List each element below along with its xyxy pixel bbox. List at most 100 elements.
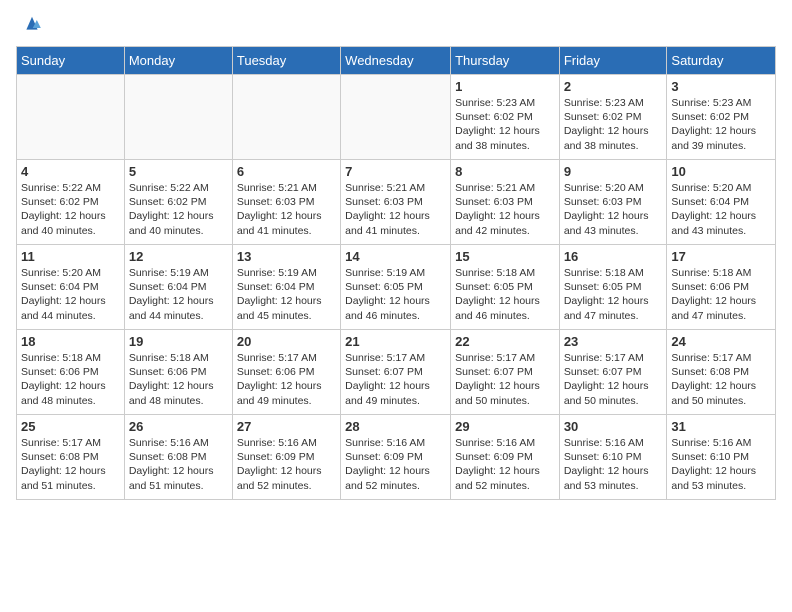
- day-number: 15: [455, 249, 555, 264]
- day-info: Sunrise: 5:20 AM Sunset: 6:03 PM Dayligh…: [564, 181, 663, 238]
- calendar-day-cell: 5 Sunrise: 5:22 AM Sunset: 6:02 PM Daylig…: [124, 160, 232, 245]
- day-number: 22: [455, 334, 555, 349]
- day-number: 31: [671, 419, 771, 434]
- day-info: Sunrise: 5:20 AM Sunset: 6:04 PM Dayligh…: [671, 181, 771, 238]
- day-info: Sunrise: 5:16 AM Sunset: 6:08 PM Dayligh…: [129, 436, 228, 493]
- calendar-day-cell: [17, 75, 125, 160]
- day-info: Sunrise: 5:17 AM Sunset: 6:07 PM Dayligh…: [345, 351, 446, 408]
- day-of-week-header: Sunday: [17, 47, 125, 75]
- day-info: Sunrise: 5:16 AM Sunset: 6:10 PM Dayligh…: [671, 436, 771, 493]
- day-number: 8: [455, 164, 555, 179]
- calendar-day-cell: [124, 75, 232, 160]
- day-number: 21: [345, 334, 446, 349]
- day-of-week-header: Wednesday: [341, 47, 451, 75]
- calendar-week-row: 1 Sunrise: 5:23 AM Sunset: 6:02 PM Daylig…: [17, 75, 776, 160]
- day-info: Sunrise: 5:18 AM Sunset: 6:05 PM Dayligh…: [455, 266, 555, 323]
- calendar-week-row: 11 Sunrise: 5:20 AM Sunset: 6:04 PM Dayli…: [17, 245, 776, 330]
- day-info: Sunrise: 5:21 AM Sunset: 6:03 PM Dayligh…: [455, 181, 555, 238]
- calendar-day-cell: 11 Sunrise: 5:20 AM Sunset: 6:04 PM Dayli…: [17, 245, 125, 330]
- day-of-week-header: Thursday: [451, 47, 560, 75]
- calendar-day-cell: 1 Sunrise: 5:23 AM Sunset: 6:02 PM Daylig…: [451, 75, 560, 160]
- calendar-day-cell: 2 Sunrise: 5:23 AM Sunset: 6:02 PM Daylig…: [559, 75, 667, 160]
- day-number: 24: [671, 334, 771, 349]
- day-number: 17: [671, 249, 771, 264]
- day-info: Sunrise: 5:23 AM Sunset: 6:02 PM Dayligh…: [671, 96, 771, 153]
- calendar-week-row: 25 Sunrise: 5:17 AM Sunset: 6:08 PM Dayli…: [17, 415, 776, 500]
- day-info: Sunrise: 5:18 AM Sunset: 6:06 PM Dayligh…: [671, 266, 771, 323]
- calendar-day-cell: 30 Sunrise: 5:16 AM Sunset: 6:10 PM Dayli…: [559, 415, 667, 500]
- page-header: [16, 16, 776, 36]
- day-info: Sunrise: 5:17 AM Sunset: 6:08 PM Dayligh…: [671, 351, 771, 408]
- day-number: 25: [21, 419, 120, 434]
- day-info: Sunrise: 5:18 AM Sunset: 6:05 PM Dayligh…: [564, 266, 663, 323]
- day-info: Sunrise: 5:21 AM Sunset: 6:03 PM Dayligh…: [345, 181, 446, 238]
- day-number: 2: [564, 79, 663, 94]
- day-number: 6: [237, 164, 336, 179]
- day-number: 18: [21, 334, 120, 349]
- day-number: 4: [21, 164, 120, 179]
- calendar-day-cell: 26 Sunrise: 5:16 AM Sunset: 6:08 PM Dayli…: [124, 415, 232, 500]
- calendar-day-cell: 24 Sunrise: 5:17 AM Sunset: 6:08 PM Dayli…: [667, 330, 776, 415]
- day-info: Sunrise: 5:23 AM Sunset: 6:02 PM Dayligh…: [564, 96, 663, 153]
- calendar-day-cell: 15 Sunrise: 5:18 AM Sunset: 6:05 PM Dayli…: [451, 245, 560, 330]
- day-info: Sunrise: 5:18 AM Sunset: 6:06 PM Dayligh…: [129, 351, 228, 408]
- day-info: Sunrise: 5:19 AM Sunset: 6:04 PM Dayligh…: [237, 266, 336, 323]
- calendar-day-cell: 21 Sunrise: 5:17 AM Sunset: 6:07 PM Dayli…: [341, 330, 451, 415]
- calendar-day-cell: 29 Sunrise: 5:16 AM Sunset: 6:09 PM Dayli…: [451, 415, 560, 500]
- calendar-day-cell: 31 Sunrise: 5:16 AM Sunset: 6:10 PM Dayli…: [667, 415, 776, 500]
- day-number: 5: [129, 164, 228, 179]
- calendar-day-cell: 12Sunrise: 5:19 AM Sunset: 6:04 PM Dayli…: [124, 245, 232, 330]
- calendar-header-row: SundayMondayTuesdayWednesdayThursdayFrid…: [17, 47, 776, 75]
- calendar-day-cell: 10Sunrise: 5:20 AM Sunset: 6:04 PM Dayli…: [667, 160, 776, 245]
- calendar-day-cell: 8 Sunrise: 5:21 AM Sunset: 6:03 PM Daylig…: [451, 160, 560, 245]
- day-info: Sunrise: 5:16 AM Sunset: 6:10 PM Dayligh…: [564, 436, 663, 493]
- calendar-day-cell: 20Sunrise: 5:17 AM Sunset: 6:06 PM Dayli…: [232, 330, 340, 415]
- day-info: Sunrise: 5:18 AM Sunset: 6:06 PM Dayligh…: [21, 351, 120, 408]
- calendar-day-cell: 3 Sunrise: 5:23 AM Sunset: 6:02 PM Daylig…: [667, 75, 776, 160]
- day-info: Sunrise: 5:19 AM Sunset: 6:04 PM Dayligh…: [129, 266, 228, 323]
- calendar-day-cell: 4 Sunrise: 5:22 AM Sunset: 6:02 PM Daylig…: [17, 160, 125, 245]
- calendar-day-cell: 22 Sunrise: 5:17 AM Sunset: 6:07 PM Dayli…: [451, 330, 560, 415]
- day-number: 27: [237, 419, 336, 434]
- day-info: Sunrise: 5:22 AM Sunset: 6:02 PM Dayligh…: [129, 181, 228, 238]
- day-info: Sunrise: 5:17 AM Sunset: 6:07 PM Dayligh…: [455, 351, 555, 408]
- day-of-week-header: Friday: [559, 47, 667, 75]
- day-number: 23: [564, 334, 663, 349]
- day-number: 30: [564, 419, 663, 434]
- day-of-week-header: Saturday: [667, 47, 776, 75]
- calendar-day-cell: 28 Sunrise: 5:16 AM Sunset: 6:09 PM Dayli…: [341, 415, 451, 500]
- day-info: Sunrise: 5:21 AM Sunset: 6:03 PM Dayligh…: [237, 181, 336, 238]
- calendar-week-row: 4 Sunrise: 5:22 AM Sunset: 6:02 PM Daylig…: [17, 160, 776, 245]
- day-info: Sunrise: 5:16 AM Sunset: 6:09 PM Dayligh…: [237, 436, 336, 493]
- calendar-day-cell: [232, 75, 340, 160]
- day-number: 11: [21, 249, 120, 264]
- day-info: Sunrise: 5:16 AM Sunset: 6:09 PM Dayligh…: [455, 436, 555, 493]
- day-number: 28: [345, 419, 446, 434]
- calendar-day-cell: 13 Sunrise: 5:19 AM Sunset: 6:04 PM Dayli…: [232, 245, 340, 330]
- day-info: Sunrise: 5:16 AM Sunset: 6:09 PM Dayligh…: [345, 436, 446, 493]
- calendar-day-cell: 23Sunrise: 5:17 AM Sunset: 6:07 PM Dayli…: [559, 330, 667, 415]
- calendar-day-cell: 17 Sunrise: 5:18 AM Sunset: 6:06 PM Dayli…: [667, 245, 776, 330]
- logo-icon: [20, 12, 44, 36]
- day-info: Sunrise: 5:19 AM Sunset: 6:05 PM Dayligh…: [345, 266, 446, 323]
- day-number: 1: [455, 79, 555, 94]
- calendar-day-cell: 7 Sunrise: 5:21 AM Sunset: 6:03 PM Daylig…: [341, 160, 451, 245]
- day-number: 29: [455, 419, 555, 434]
- calendar-day-cell: 14Sunrise: 5:19 AM Sunset: 6:05 PM Dayli…: [341, 245, 451, 330]
- day-number: 7: [345, 164, 446, 179]
- day-info: Sunrise: 5:23 AM Sunset: 6:02 PM Dayligh…: [455, 96, 555, 153]
- logo: [16, 16, 44, 36]
- calendar-day-cell: 18 Sunrise: 5:18 AM Sunset: 6:06 PM Dayli…: [17, 330, 125, 415]
- calendar-day-cell: 16Sunrise: 5:18 AM Sunset: 6:05 PM Dayli…: [559, 245, 667, 330]
- day-number: 13: [237, 249, 336, 264]
- day-info: Sunrise: 5:17 AM Sunset: 6:08 PM Dayligh…: [21, 436, 120, 493]
- day-of-week-header: Monday: [124, 47, 232, 75]
- day-info: Sunrise: 5:20 AM Sunset: 6:04 PM Dayligh…: [21, 266, 120, 323]
- day-info: Sunrise: 5:22 AM Sunset: 6:02 PM Dayligh…: [21, 181, 120, 238]
- day-number: 9: [564, 164, 663, 179]
- day-number: 26: [129, 419, 228, 434]
- day-number: 19: [129, 334, 228, 349]
- day-number: 3: [671, 79, 771, 94]
- calendar-day-cell: 27 Sunrise: 5:16 AM Sunset: 6:09 PM Dayli…: [232, 415, 340, 500]
- calendar-day-cell: 25 Sunrise: 5:17 AM Sunset: 6:08 PM Dayli…: [17, 415, 125, 500]
